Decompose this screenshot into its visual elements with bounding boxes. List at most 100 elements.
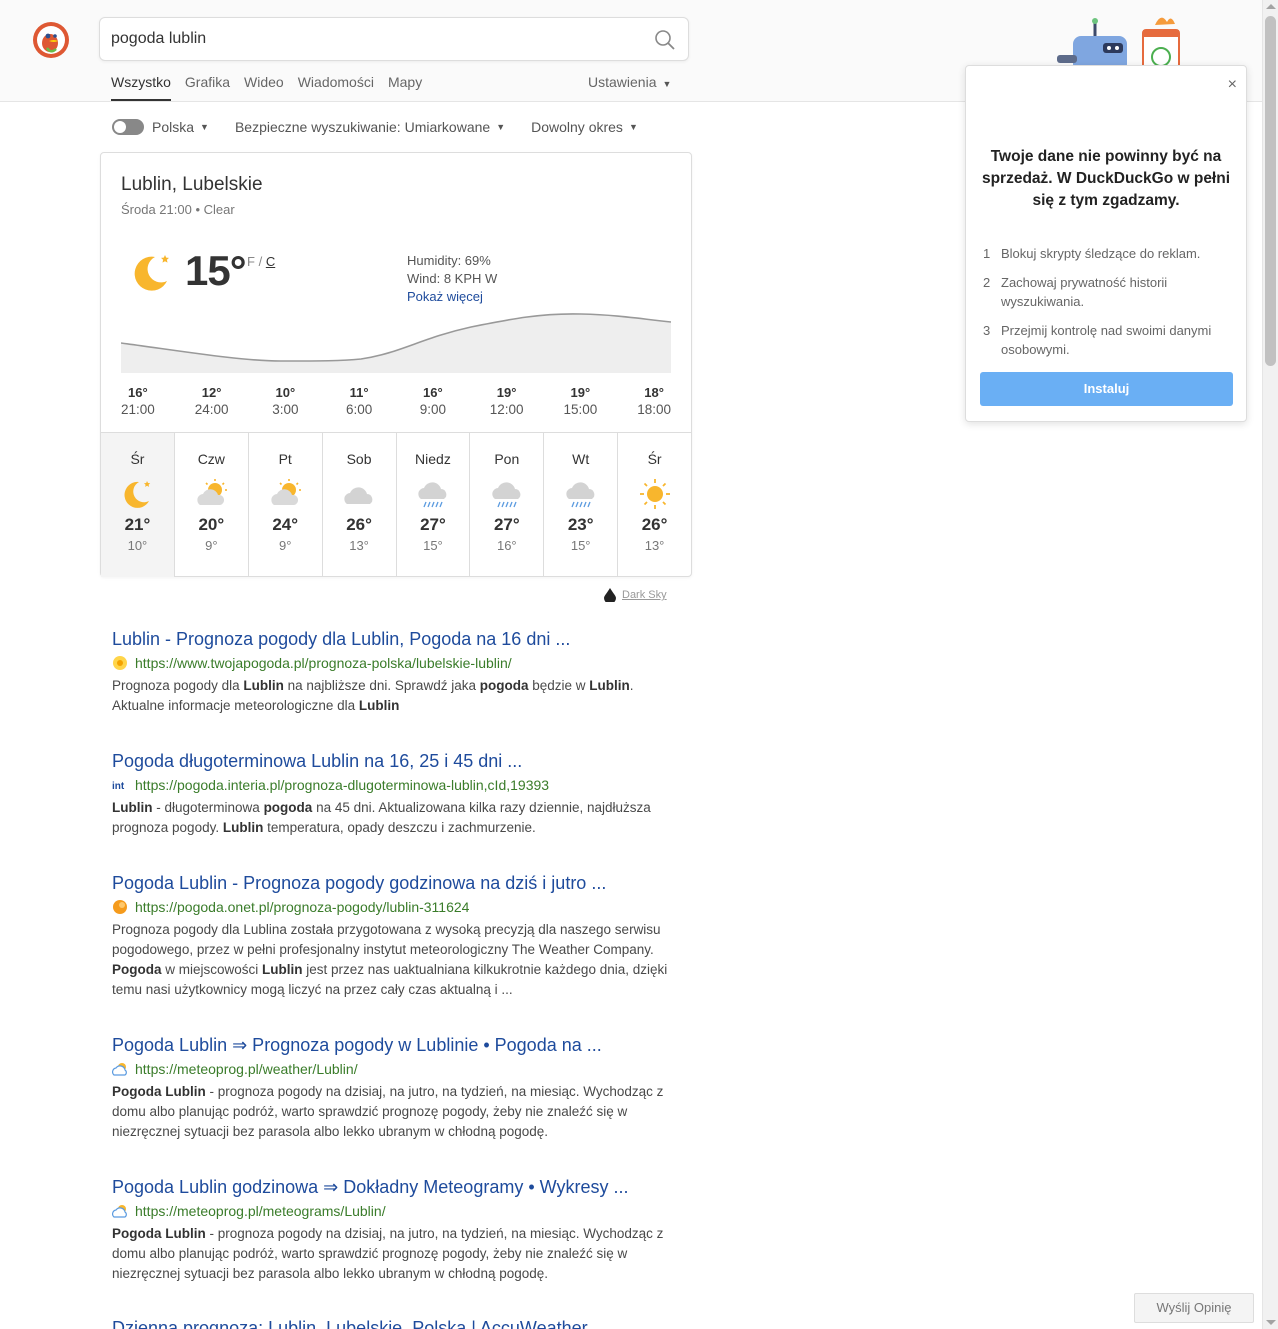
- hourly-item: 12° 24:00: [175, 384, 249, 418]
- daily-forecast-item[interactable]: Wt 23° 15°: [544, 433, 619, 577]
- duckduckgo-logo[interactable]: [32, 21, 70, 59]
- day-high: 26°: [641, 515, 668, 534]
- search-box: [99, 17, 689, 61]
- result-url-text: https://pogoda.interia.pl/prognoza-dlugo…: [135, 777, 550, 793]
- result-url-text: https://www.twojapogoda.pl/prognoza-pols…: [135, 655, 512, 671]
- result-url[interactable]: int https://pogoda.interia.pl/prognoza-dl…: [112, 777, 682, 793]
- rain-icon: [418, 482, 447, 508]
- rain-icon: [565, 482, 595, 508]
- tab-images[interactable]: Grafika: [185, 74, 230, 101]
- day-high: 24°: [272, 515, 299, 534]
- day-low: 9°: [278, 538, 292, 553]
- scroll-down-arrow-icon[interactable]: [1266, 1320, 1276, 1325]
- daily-forecast-item[interactable]: Niedz 27° 15°: [397, 433, 471, 577]
- daily-forecast-item[interactable]: Śr 21° 10°: [101, 433, 175, 577]
- region-filter[interactable]: Polska ▼: [152, 119, 209, 135]
- daily-forecast-item[interactable]: Sob 26° 13°: [323, 433, 397, 577]
- result-snippet: Prognoza pogody dla Lublina została przy…: [112, 920, 682, 1000]
- settings-dropdown[interactable]: Ustawienia ▼: [588, 74, 671, 90]
- day-low: 15°: [423, 538, 443, 553]
- result-url[interactable]: https://meteoprog.pl/meteograms/Lublin/: [112, 1203, 682, 1219]
- promo-item-text: Blokuj skrypty śledzące do reklam.: [1001, 246, 1201, 261]
- feedback-button[interactable]: Wyślij Opinię: [1134, 1293, 1254, 1323]
- promo-list-item: 1 Blokuj skrypty śledzące do reklam.: [983, 244, 1235, 263]
- day-low: 13°: [644, 538, 665, 553]
- settings-label: Ustawienia: [588, 74, 657, 90]
- tab-videos[interactable]: Wideo: [244, 74, 284, 101]
- partly-cloudy-icon: [197, 479, 228, 505]
- result-url[interactable]: https://meteoprog.pl/weather/Lublin/: [112, 1061, 682, 1077]
- day-name: Śr: [647, 451, 662, 467]
- chevron-down-icon: ▼: [662, 79, 672, 89]
- day-high: 27°: [493, 515, 520, 534]
- hourly-temp: 16°: [128, 385, 148, 400]
- close-icon[interactable]: ×: [1228, 76, 1237, 94]
- day-name: Sob: [346, 451, 372, 467]
- snippet-highlight: Lublin: [589, 678, 630, 693]
- day-name: Niedz: [415, 451, 451, 467]
- sun-icon: [639, 479, 670, 509]
- daily-forecast-item[interactable]: Czw 20° 9°: [175, 433, 249, 577]
- scrollbar-thumb[interactable]: [1265, 16, 1276, 366]
- result-url[interactable]: https://pogoda.onet.pl/prognoza-pogody/l…: [112, 899, 682, 915]
- result-title-link[interactable]: Pogoda Lublin ⇒ Prognoza pogody w Lublin…: [112, 1035, 682, 1056]
- snippet-highlight: Lublin: [243, 678, 284, 693]
- search-result: Pogoda Lublin - Prognoza pogody godzinow…: [112, 873, 682, 1000]
- hourly-time: 21:00: [120, 402, 155, 417]
- hourly-time: 24:00: [194, 402, 229, 417]
- search-icon[interactable]: [654, 29, 676, 51]
- promo-item-text: Zachowaj prywatność historii wyszukiwani…: [1001, 275, 1168, 309]
- hourly-time: 9:00: [419, 402, 447, 417]
- result-url[interactable]: https://www.twojapogoda.pl/prognoza-pols…: [112, 655, 682, 671]
- hourly-forecast: 16° 21:00 12° 24:00 10° 3:00 11° 6:00 16° 9:…: [101, 384, 691, 418]
- daily-forecast-item[interactable]: Śr 26° 13°: [618, 433, 691, 577]
- unit-f[interactable]: F: [247, 254, 255, 269]
- result-title-link[interactable]: Pogoda długoterminowa Lublin na 16, 25 i…: [112, 751, 682, 772]
- time-filter[interactable]: Dowolny okres ▼: [531, 119, 638, 135]
- chevron-down-icon: ▼: [628, 122, 638, 132]
- search-input[interactable]: [111, 18, 631, 60]
- day-low: 10°: [127, 538, 148, 553]
- svg-text:int: int: [112, 781, 125, 792]
- install-button[interactable]: Instaluj: [980, 372, 1233, 406]
- result-url-text: https://meteoprog.pl/weather/Lublin/: [135, 1061, 358, 1077]
- unit-c[interactable]: C: [266, 254, 275, 269]
- darksky-link[interactable]: Dark Sky: [622, 589, 667, 601]
- current-temperature: 15°: [185, 247, 247, 294]
- search-tabs: Wszystko Grafika Wideo Wiadomości Mapy: [111, 74, 436, 101]
- moon-icon: [124, 481, 151, 508]
- snippet-highlight: Lublin: [358, 698, 400, 713]
- scroll-up-arrow-icon[interactable]: [1266, 4, 1276, 9]
- daily-forecast-item[interactable]: Pon 27° 16°: [470, 433, 545, 577]
- tab-news[interactable]: Wiadomości: [298, 74, 374, 101]
- result-snippet: Prognoza pogody dla Lublin na najbliższe…: [112, 676, 682, 716]
- wind: Wind: 8 KPH W: [407, 271, 498, 286]
- hourly-temp: 19°: [496, 385, 517, 400]
- hourly-item: 10° 3:00: [249, 384, 323, 418]
- day-high: 27°: [420, 515, 446, 534]
- weather-subtitle: Środa 21:00 • Clear: [121, 202, 235, 217]
- promo-item-number: 2: [983, 275, 991, 290]
- day-name: Pon: [494, 451, 520, 467]
- snippet-text: na najbliższe dni. Sprawdź jaka: [283, 678, 480, 693]
- chevron-down-icon: ▼: [200, 122, 209, 132]
- result-snippet: Lublin - długoterminowa pogoda na 45 dni…: [112, 798, 682, 838]
- moon-icon: [134, 255, 169, 291]
- scrollbar[interactable]: [1262, 0, 1278, 1329]
- safe-search-filter[interactable]: Bezpieczne wyszukiwanie: Umiarkowane ▼: [235, 119, 505, 135]
- result-title-link[interactable]: Lublin - Prognoza pogody dla Lublin, Pog…: [112, 629, 682, 650]
- favicon-icon: [112, 1063, 127, 1076]
- result-title-link[interactable]: Pogoda Lublin godzinowa ⇒ Dokładny Meteo…: [112, 1177, 682, 1198]
- hourly-time: 6:00: [345, 402, 373, 417]
- result-title-link[interactable]: Pogoda Lublin - Prognoza pogody godzinow…: [112, 873, 682, 894]
- tab-all[interactable]: Wszystko: [111, 74, 171, 101]
- search-result: Pogoda Lublin ⇒ Prognoza pogody w Lublin…: [112, 1035, 682, 1142]
- tab-maps[interactable]: Mapy: [388, 74, 422, 101]
- result-title-link[interactable]: Dzienna prognoza: Lublin, Lubelskie, Pol…: [112, 1318, 682, 1329]
- hourly-item: 11° 6:00: [322, 384, 396, 418]
- day-low: 13°: [349, 538, 369, 553]
- unit-separator: /: [258, 254, 263, 269]
- region-toggle[interactable]: [112, 119, 144, 135]
- daily-forecast-item[interactable]: Pt 24° 9°: [249, 433, 323, 577]
- show-more-link[interactable]: Pokaż więcej: [407, 288, 497, 306]
